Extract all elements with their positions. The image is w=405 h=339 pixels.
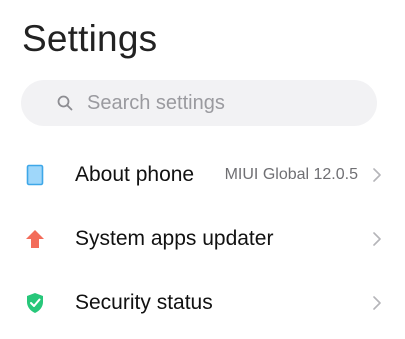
phone-icon (24, 163, 46, 187)
search-bar[interactable]: Search settings (21, 80, 377, 126)
item-label: About phone (75, 163, 195, 186)
list-item-security-status[interactable]: Security status (0, 271, 405, 335)
arrow-up-icon (24, 227, 46, 251)
chevron-right-icon (372, 231, 382, 247)
search-placeholder: Search settings (87, 91, 225, 114)
search-icon (57, 95, 73, 111)
page-title: Settings (22, 18, 158, 59)
item-label: System apps updater (75, 227, 274, 250)
item-label: Security status (75, 291, 213, 314)
settings-screen: Settings Search settings About phone MIU… (0, 0, 405, 339)
list-item-about-phone[interactable]: About phone MIUI Global 12.0.5 (0, 143, 405, 207)
shield-check-icon (24, 291, 46, 315)
list-item-system-apps-updater[interactable]: System apps updater (0, 207, 405, 271)
chevron-right-icon (372, 167, 382, 183)
item-value: MIUI Global 12.0.5 (224, 166, 358, 183)
chevron-right-icon (372, 295, 382, 311)
